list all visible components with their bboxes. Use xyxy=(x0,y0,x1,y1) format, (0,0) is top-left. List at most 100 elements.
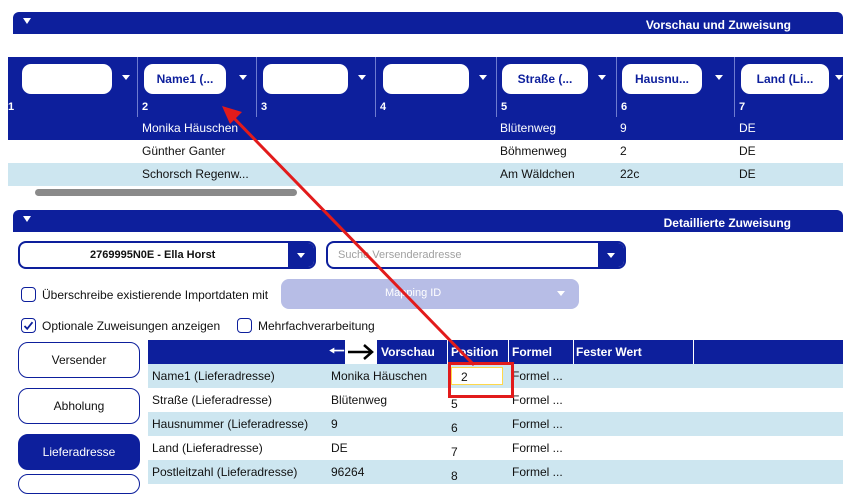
header-divider xyxy=(573,340,574,364)
formula-button[interactable]: Formel ... xyxy=(512,465,563,479)
preview-section-header[interactable]: Vorschau und Zuweisung xyxy=(13,12,843,34)
header-fixed-value: Fester Wert xyxy=(576,345,642,359)
preview-cell-street: Böhmenweg xyxy=(500,144,567,158)
preview-cell-house: 2 xyxy=(620,144,627,158)
header-position: Position xyxy=(451,345,499,359)
preview-column-header: 1 Name1 (... 2 3 4 Straße (... 5 Hausnu.… xyxy=(8,57,843,117)
field-name: Name1 (Lieferadresse) xyxy=(152,369,275,383)
preview-row[interactable]: Schorsch Regenw... Am Wäldchen 22c DE xyxy=(8,163,843,186)
preview-row-selected[interactable]: Monika Häuschen Blütenweg 9 DE xyxy=(8,117,843,140)
formula-button[interactable]: Formel ... xyxy=(512,417,563,431)
header-formula: Formel xyxy=(512,345,553,359)
preview-value: 9 xyxy=(331,417,338,431)
preview-cell-name: Schorsch Regenw... xyxy=(142,167,249,181)
preview-value: 96264 xyxy=(331,465,365,479)
sidebar-item-abholung[interactable]: Abholung xyxy=(18,388,140,424)
field-name: Hausnummer (Lieferadresse) xyxy=(152,417,309,431)
chevron-down-icon[interactable] xyxy=(598,243,624,267)
preview-cell-name: Monika Häuschen xyxy=(142,121,239,135)
chevron-down-icon[interactable] xyxy=(239,75,247,80)
left-arrow-icon[interactable]: 🠐 xyxy=(329,342,345,360)
overwrite-label: Überschreibe existierende Importdaten mi… xyxy=(42,288,269,302)
position-value[interactable]: 6 xyxy=(451,421,458,435)
check-icon xyxy=(23,321,34,331)
chevron-down-icon[interactable] xyxy=(288,243,314,267)
column-mapping-button-2[interactable]: Name1 (... xyxy=(144,64,226,94)
chevron-down-icon xyxy=(557,291,565,296)
column-number-7: 7 xyxy=(739,101,746,113)
column-divider xyxy=(375,57,376,117)
details-section-title: Detaillierte Zuweisung xyxy=(663,216,791,230)
sender-search-input[interactable]: Suche Versenderadresse xyxy=(326,241,626,269)
chevron-down-icon[interactable] xyxy=(598,75,606,80)
position-value[interactable]: 7 xyxy=(451,445,458,459)
preview-value: DE xyxy=(331,441,348,455)
mapping-id-placeholder: Mapping ID xyxy=(385,287,442,299)
optional-assignments-checkbox[interactable] xyxy=(21,318,36,333)
preview-section-title: Vorschau und Zuweisung xyxy=(645,18,791,32)
header-preview: Vorschau xyxy=(381,345,435,359)
preview-cell-country: DE xyxy=(739,167,756,181)
column-number-3: 3 xyxy=(261,101,268,113)
column-mapping-button-4[interactable] xyxy=(383,64,469,94)
optional-assignments-label: Optionale Zuweisungen anzeigen xyxy=(42,319,221,333)
customer-select[interactable]: 2769995N0E - Ella Horst xyxy=(18,241,316,269)
column-divider xyxy=(496,57,497,117)
preview-cell-house: 22c xyxy=(620,167,640,181)
preview-row[interactable]: Günther Ganter Böhmenweg 2 DE xyxy=(8,140,843,163)
chevron-down-icon[interactable] xyxy=(358,75,366,80)
mapping-id-select[interactable]: Mapping ID xyxy=(281,279,579,309)
collapse-triangle-icon xyxy=(23,216,31,222)
chevron-down-icon[interactable] xyxy=(715,75,723,80)
grid-row[interactable]: Postleitzahl (Lieferadresse) 96264 8 For… xyxy=(148,460,843,484)
preview-cell-country: DE xyxy=(739,121,756,135)
header-divider xyxy=(508,340,509,364)
details-section-header[interactable]: Detaillierte Zuweisung xyxy=(13,210,843,232)
column-number-2: 2 xyxy=(142,101,149,113)
right-arrow-icon[interactable] xyxy=(345,340,377,364)
field-name: Land (Lieferadresse) xyxy=(152,441,263,455)
column-divider xyxy=(734,57,735,117)
column-number-1: 1 xyxy=(8,101,15,113)
column-mapping-button-6[interactable]: Hausnu... xyxy=(622,64,702,94)
sidebar-item-lieferadresse[interactable]: Lieferadresse xyxy=(18,434,140,470)
arrow-right-svg xyxy=(348,344,374,360)
formula-button[interactable]: Formel ... xyxy=(512,441,563,455)
column-mapping-button-1[interactable] xyxy=(22,64,112,94)
horizontal-scrollbar[interactable] xyxy=(35,189,297,196)
column-mapping-button-3[interactable] xyxy=(263,64,348,94)
column-divider xyxy=(256,57,257,117)
formula-button[interactable]: Formel ... xyxy=(512,393,563,407)
preview-cell-name: Günther Ganter xyxy=(142,144,226,158)
chevron-down-icon[interactable] xyxy=(835,75,843,80)
multi-processing-label: Mehrfachverarbeitung xyxy=(258,319,375,333)
sender-search-placeholder: Suche Versenderadresse xyxy=(338,249,462,261)
column-mapping-button-5[interactable]: Straße (... xyxy=(502,64,588,94)
sidebar-item-versender[interactable]: Versender xyxy=(18,342,140,378)
grid-row[interactable]: Land (Lieferadresse) DE 7 Formel ... xyxy=(148,436,843,460)
chevron-down-icon[interactable] xyxy=(122,75,130,80)
sidebar-item-more[interactable] xyxy=(18,474,140,494)
column-number-4: 4 xyxy=(380,101,387,113)
column-divider xyxy=(137,57,138,117)
column-number-5: 5 xyxy=(501,101,508,113)
grid-row[interactable]: Hausnummer (Lieferadresse) 9 6 Formel ..… xyxy=(148,412,843,436)
field-name: Straße (Lieferadresse) xyxy=(152,393,273,407)
formula-button[interactable]: Formel ... xyxy=(512,369,563,383)
preview-cell-street: Blütenweg xyxy=(500,121,557,135)
preview-cell-house: 9 xyxy=(620,121,627,135)
preview-value: Monika Häuschen xyxy=(331,369,428,383)
multi-processing-checkbox[interactable] xyxy=(237,318,252,333)
chevron-down-icon[interactable] xyxy=(479,75,487,80)
overwrite-checkbox[interactable] xyxy=(21,287,36,302)
position-value[interactable]: 8 xyxy=(451,469,458,483)
grid-header: 🠐 Vorschau Position Formel Fester Wert xyxy=(148,340,843,364)
position-value[interactable]: 5 xyxy=(451,397,458,411)
highlight-box xyxy=(448,362,514,398)
header-divider xyxy=(447,340,448,364)
header-divider xyxy=(693,340,694,364)
preview-cell-street: Am Wäldchen xyxy=(500,167,575,181)
column-mapping-button-7[interactable]: Land (Li... xyxy=(741,64,829,94)
column-number-6: 6 xyxy=(621,101,628,113)
field-name: Postleitzahl (Lieferadresse) xyxy=(152,465,298,479)
